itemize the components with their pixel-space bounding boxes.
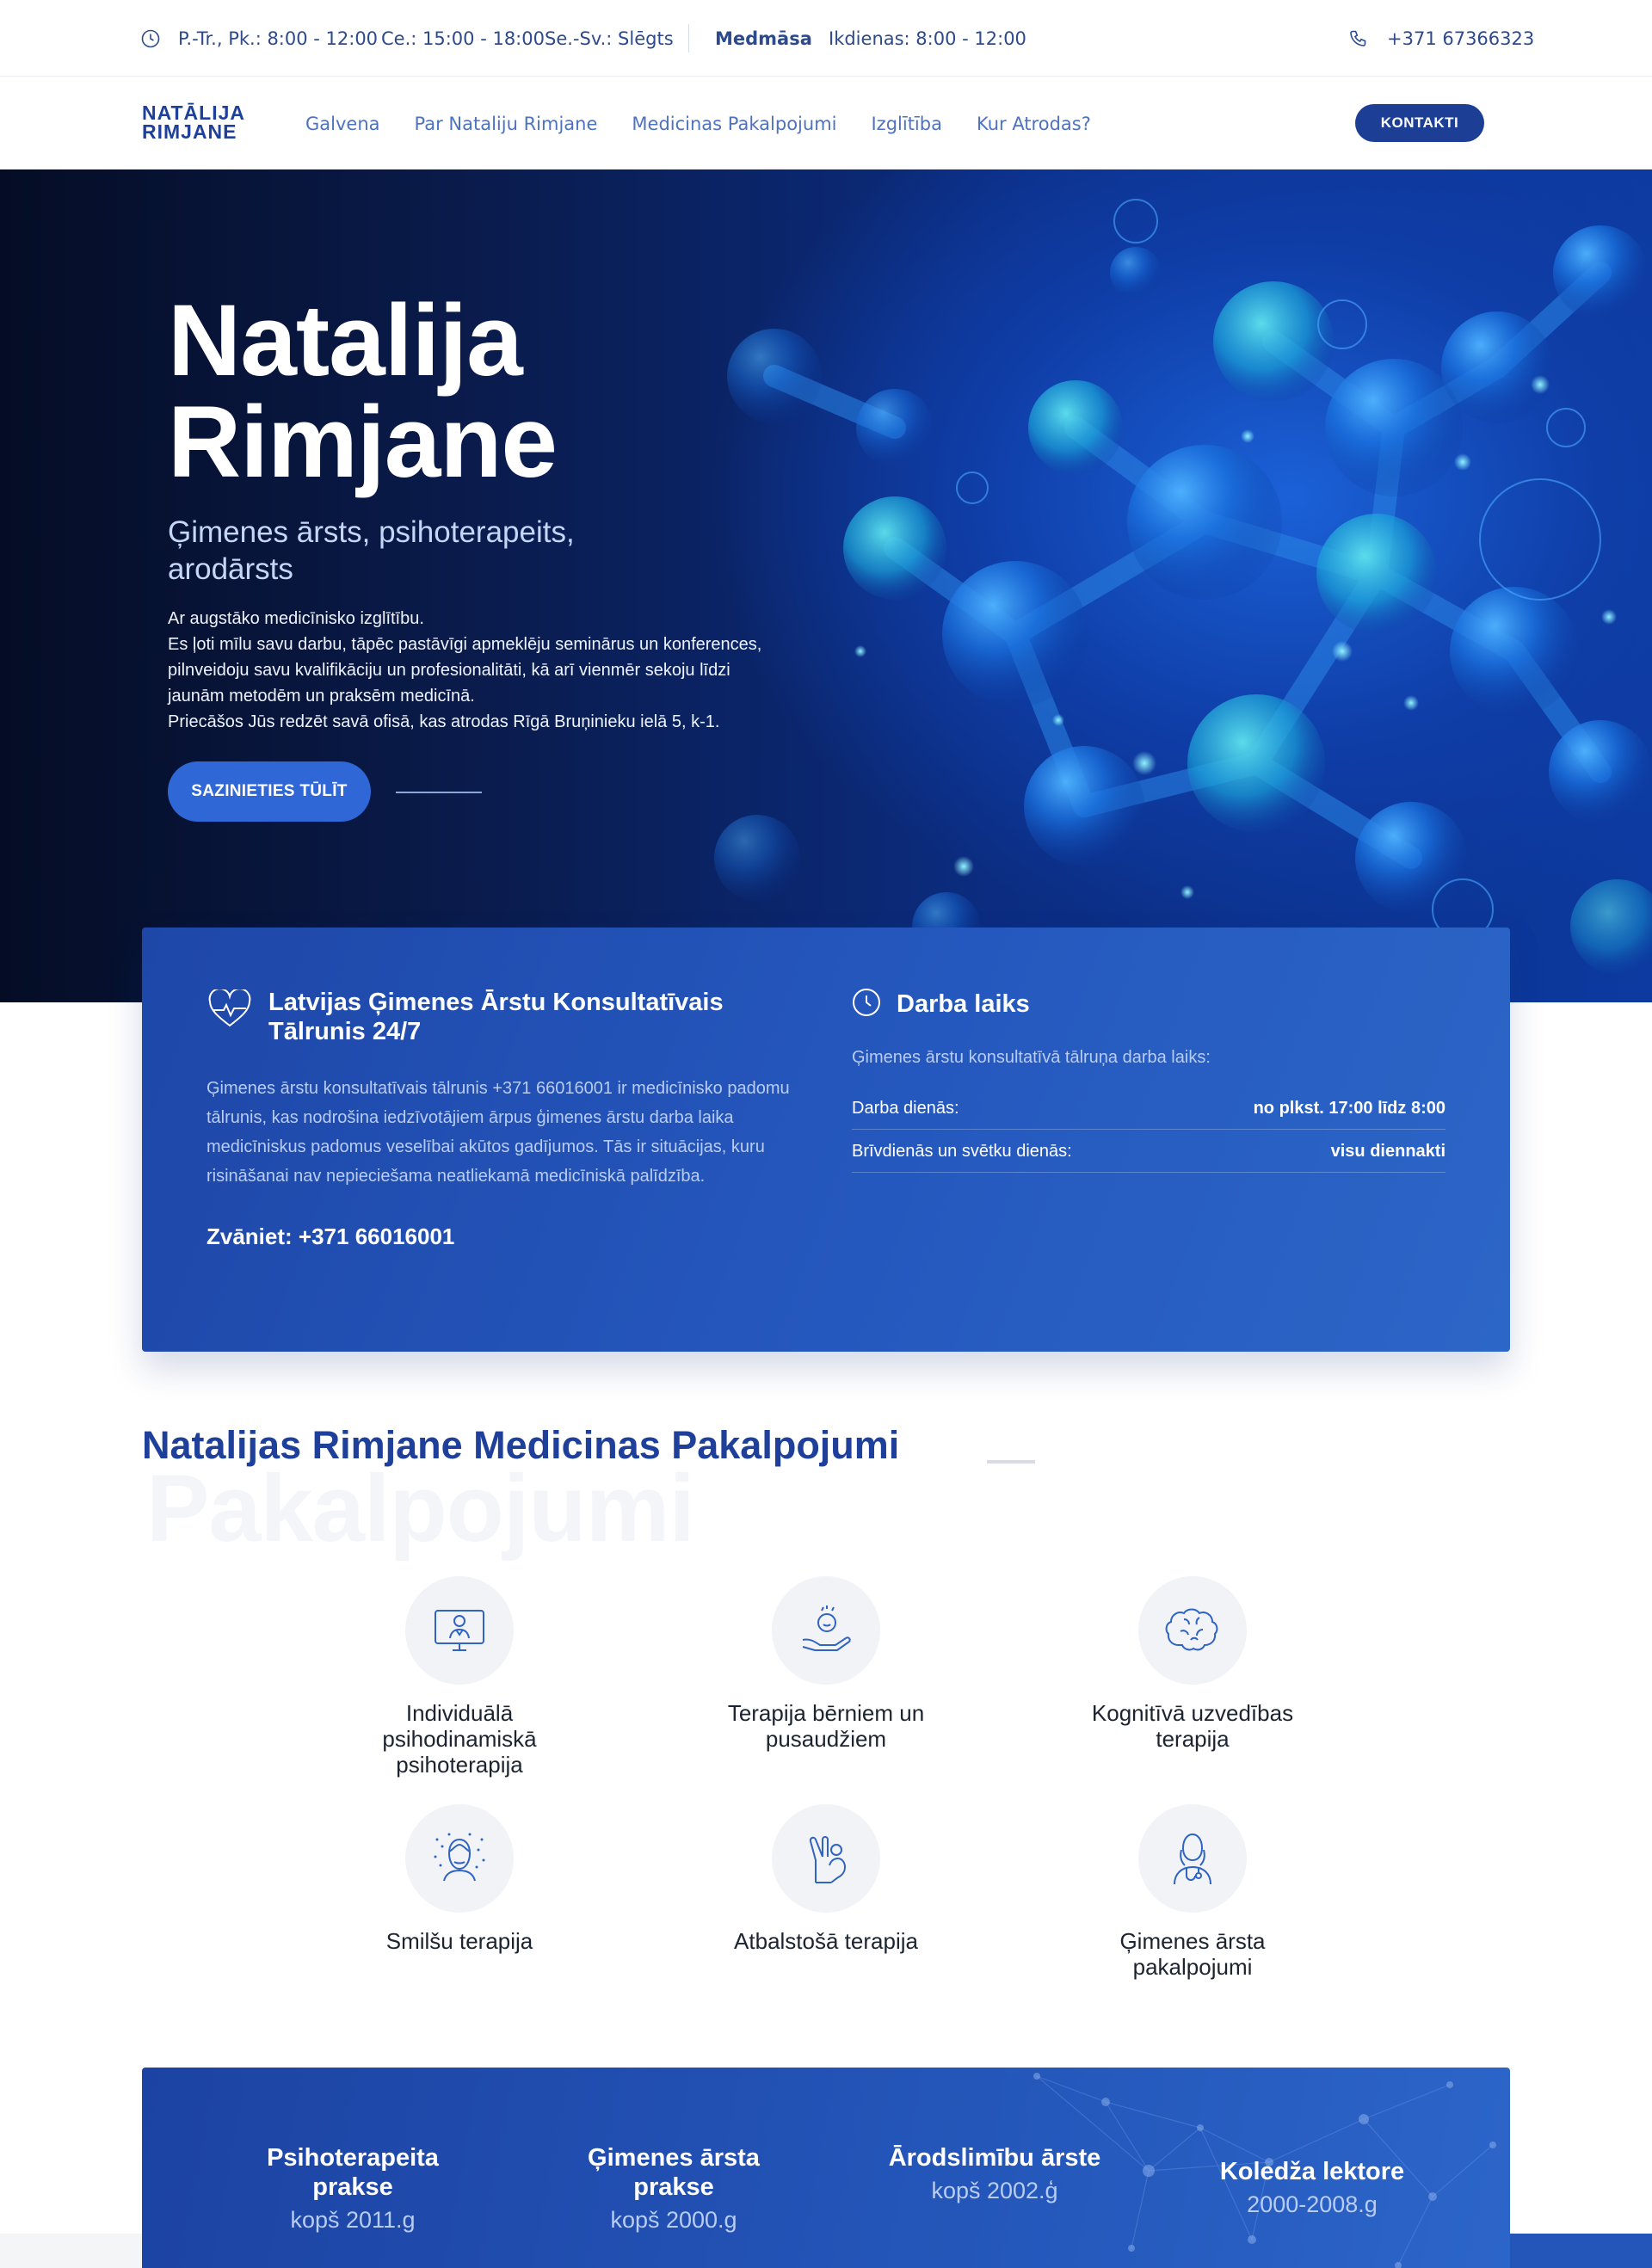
- services-title: Natalijas Rimjane Medicinas Pakalpojumi: [142, 1423, 900, 1467]
- stat-since: kopš 2002.ģ: [931, 2178, 1058, 2203]
- stat-since: kopš 2011.g: [290, 2207, 416, 2233]
- hero-title-line-1: Natalija: [168, 284, 523, 398]
- stat-item: Ģimenes ārsta prakse kopš 2000.g: [566, 2143, 781, 2234]
- nav-links: Galvena Par Nataliju Rimjane Medicinas P…: [305, 77, 1091, 169]
- stats-banner: Psihoterapeita prakse kopš 2011.g Ģimene…: [142, 2068, 1510, 2268]
- nav-link-home[interactable]: Galvena: [305, 114, 380, 134]
- logo-line-2: RIMJANE: [142, 120, 237, 143]
- service-label: Ģimenes ārsta pakalpojumi: [1119, 1928, 1266, 1980]
- hero-text-line-1: Ar augstāko medicīnisko izglītību.: [168, 609, 424, 628]
- hours-weekdays: P.-Tr., Pk.: 8:00 - 12:00: [178, 28, 379, 49]
- helpline-title: Latvijas Ģimenes Ārstu Konsultatīvais Tā…: [268, 989, 724, 1045]
- nav-link-education[interactable]: Izglītība: [871, 114, 941, 134]
- heart-pulse-icon: [206, 988, 253, 1032]
- topbar-phone-link[interactable]: +371 67366323: [1387, 0, 1534, 77]
- hero-text-line-2: Es ļoti mīlu savu darbu, tāpēc pastāvīgi…: [168, 635, 762, 706]
- service-item[interactable]: Atbalstošā terapija: [697, 1804, 955, 1954]
- helpline-call[interactable]: Zvāniet: +371 66016001: [206, 1223, 792, 1250]
- stat-title: Psihoterapeita prakse: [267, 2144, 439, 2201]
- nurse-label: Medmāsa: [715, 28, 812, 49]
- top-info-bar: P.-Tr., Pk.: 8:00 - 12:00 Ce.: 15:00 - 1…: [0, 0, 1652, 77]
- nurse-hours: Ikdienas: 8:00 - 12:00: [829, 28, 1026, 49]
- services-watermark: Pakalpojumi: [146, 1456, 695, 1562]
- stat-item: Ārodslimību ārste kopš 2002.ģ: [887, 2143, 1102, 2204]
- hours-row-label: Brīvdienās un svētku dienās:: [852, 1142, 1072, 1161]
- logo-line-1: NATĀLIJA: [142, 102, 246, 124]
- hours-row-label: Darba dienās:: [852, 1099, 959, 1118]
- contacts-button[interactable]: KONTAKTI: [1355, 104, 1484, 142]
- stat-item: Koledža lektore 2000-2008.g: [1192, 2157, 1433, 2218]
- service-label: Kognitīvā uzvedības terapija: [1091, 1700, 1294, 1752]
- site-logo[interactable]: NATĀLIJA RIMJANE: [142, 102, 271, 143]
- hours-row-value: no plkst. 17:00 līdz 8:00: [1253, 1099, 1446, 1118]
- hero-title-line-2: Rimjane: [168, 385, 558, 499]
- family-doctor-icon: [1138, 1804, 1247, 1913]
- hours-table: Darba dienās: no plkst. 17:00 līdz 8:00 …: [852, 1087, 1446, 1173]
- working-hours-description: Ģimenes ārstu konsultatīvā tālruņa darba…: [852, 1048, 1211, 1067]
- hero-title: Natalija Rimjane: [168, 290, 770, 493]
- stat-title: Ārodslimību ārste: [888, 2144, 1101, 2172]
- helpline-block: Latvijas Ģimenes Ārstu Konsultatīvais Tā…: [206, 988, 792, 1250]
- service-label: Individuālā psihodinamiskā psihoterapija: [382, 1700, 537, 1778]
- info-card: Latvijas Ģimenes Ārstu Konsultatīvais Tā…: [142, 928, 1510, 1352]
- service-label: Atbalstošā terapija: [734, 1928, 918, 1954]
- services-title-line: [987, 1460, 1035, 1464]
- clock-icon: [140, 0, 161, 77]
- topbar-divider: [688, 24, 689, 52]
- hours-weekend: Se.-Sv.: Slēgts: [545, 28, 674, 49]
- nav-link-about[interactable]: Par Nataliju Rimjane: [415, 114, 598, 134]
- hero-description: Ar augstāko medicīnisko izglītību. Es ļo…: [168, 606, 787, 735]
- nav-link-location[interactable]: Kur Atrodas?: [977, 114, 1091, 134]
- service-label: Smilšu terapija: [385, 1928, 533, 1954]
- hours-row-value: visu diennakti: [1330, 1142, 1446, 1161]
- working-hours-title: Darba laiks: [897, 990, 1030, 1018]
- helpline-description: Ģimenes ārstu konsultatīvais tālrunis +3…: [206, 1079, 790, 1186]
- hours-row: Brīvdienās un svētku dienās: visu dienna…: [852, 1130, 1446, 1173]
- hero-subtitle: Ģimenes ārsts, psihoterapeits, arodārsts: [168, 515, 575, 586]
- main-navigation: NATĀLIJA RIMJANE Galvena Par Nataliju Ri…: [0, 77, 1652, 169]
- hours-row: Darba dienās: no plkst. 17:00 līdz 8:00: [852, 1087, 1446, 1130]
- service-item[interactable]: Terapija bērniem un pusaudžiem: [697, 1576, 955, 1752]
- stat-since: kopš 2000.g: [610, 2207, 737, 2233]
- service-item[interactable]: Kognitīvā uzvedības terapija: [1063, 1576, 1322, 1752]
- hero-text-line-3: Priecāšos Jūs redzēt savā ofisā, kas atr…: [168, 712, 720, 731]
- stat-title: Ģimenes ārsta prakse: [588, 2144, 760, 2201]
- hero-decorative-line: [396, 792, 482, 793]
- service-label: Terapija bērniem un pusaudžiem: [727, 1700, 925, 1752]
- phone-icon: [1348, 0, 1369, 77]
- contact-now-button[interactable]: SAZINIETIES TŪLĪT: [168, 761, 371, 822]
- hero-section: Natalija Rimjane Ģimenes ārsts, psihoter…: [0, 169, 1652, 1002]
- doctor-monitor-icon: [405, 1576, 514, 1685]
- hours-thursday: Ce.: 15:00 - 18:00: [381, 28, 545, 49]
- service-item[interactable]: Smilšu terapija: [330, 1804, 589, 1954]
- stat-since: 2000-2008.g: [1247, 2191, 1378, 2217]
- working-hours-block: Darba laiks Ģimenes ārstu konsultatīvā t…: [852, 988, 1446, 1173]
- stat-item: Psihoterapeita prakse kopš 2011.g: [245, 2143, 460, 2234]
- service-item[interactable]: Ģimenes ārsta pakalpojumi: [1063, 1804, 1322, 1980]
- child-hand-icon: [772, 1576, 880, 1685]
- clock-icon: [852, 988, 881, 1020]
- bottom-strip-accent: [1510, 2234, 1652, 2268]
- service-item[interactable]: Individuālā psihodinamiskā psihoterapija: [330, 1576, 589, 1778]
- stat-title: Koledža lektore: [1219, 2158, 1405, 2185]
- nav-link-services[interactable]: Medicinas Pakalpojumi: [632, 114, 836, 134]
- sand-face-icon: [405, 1804, 514, 1913]
- brain-icon: [1138, 1576, 1247, 1685]
- support-hands-icon: [772, 1804, 880, 1913]
